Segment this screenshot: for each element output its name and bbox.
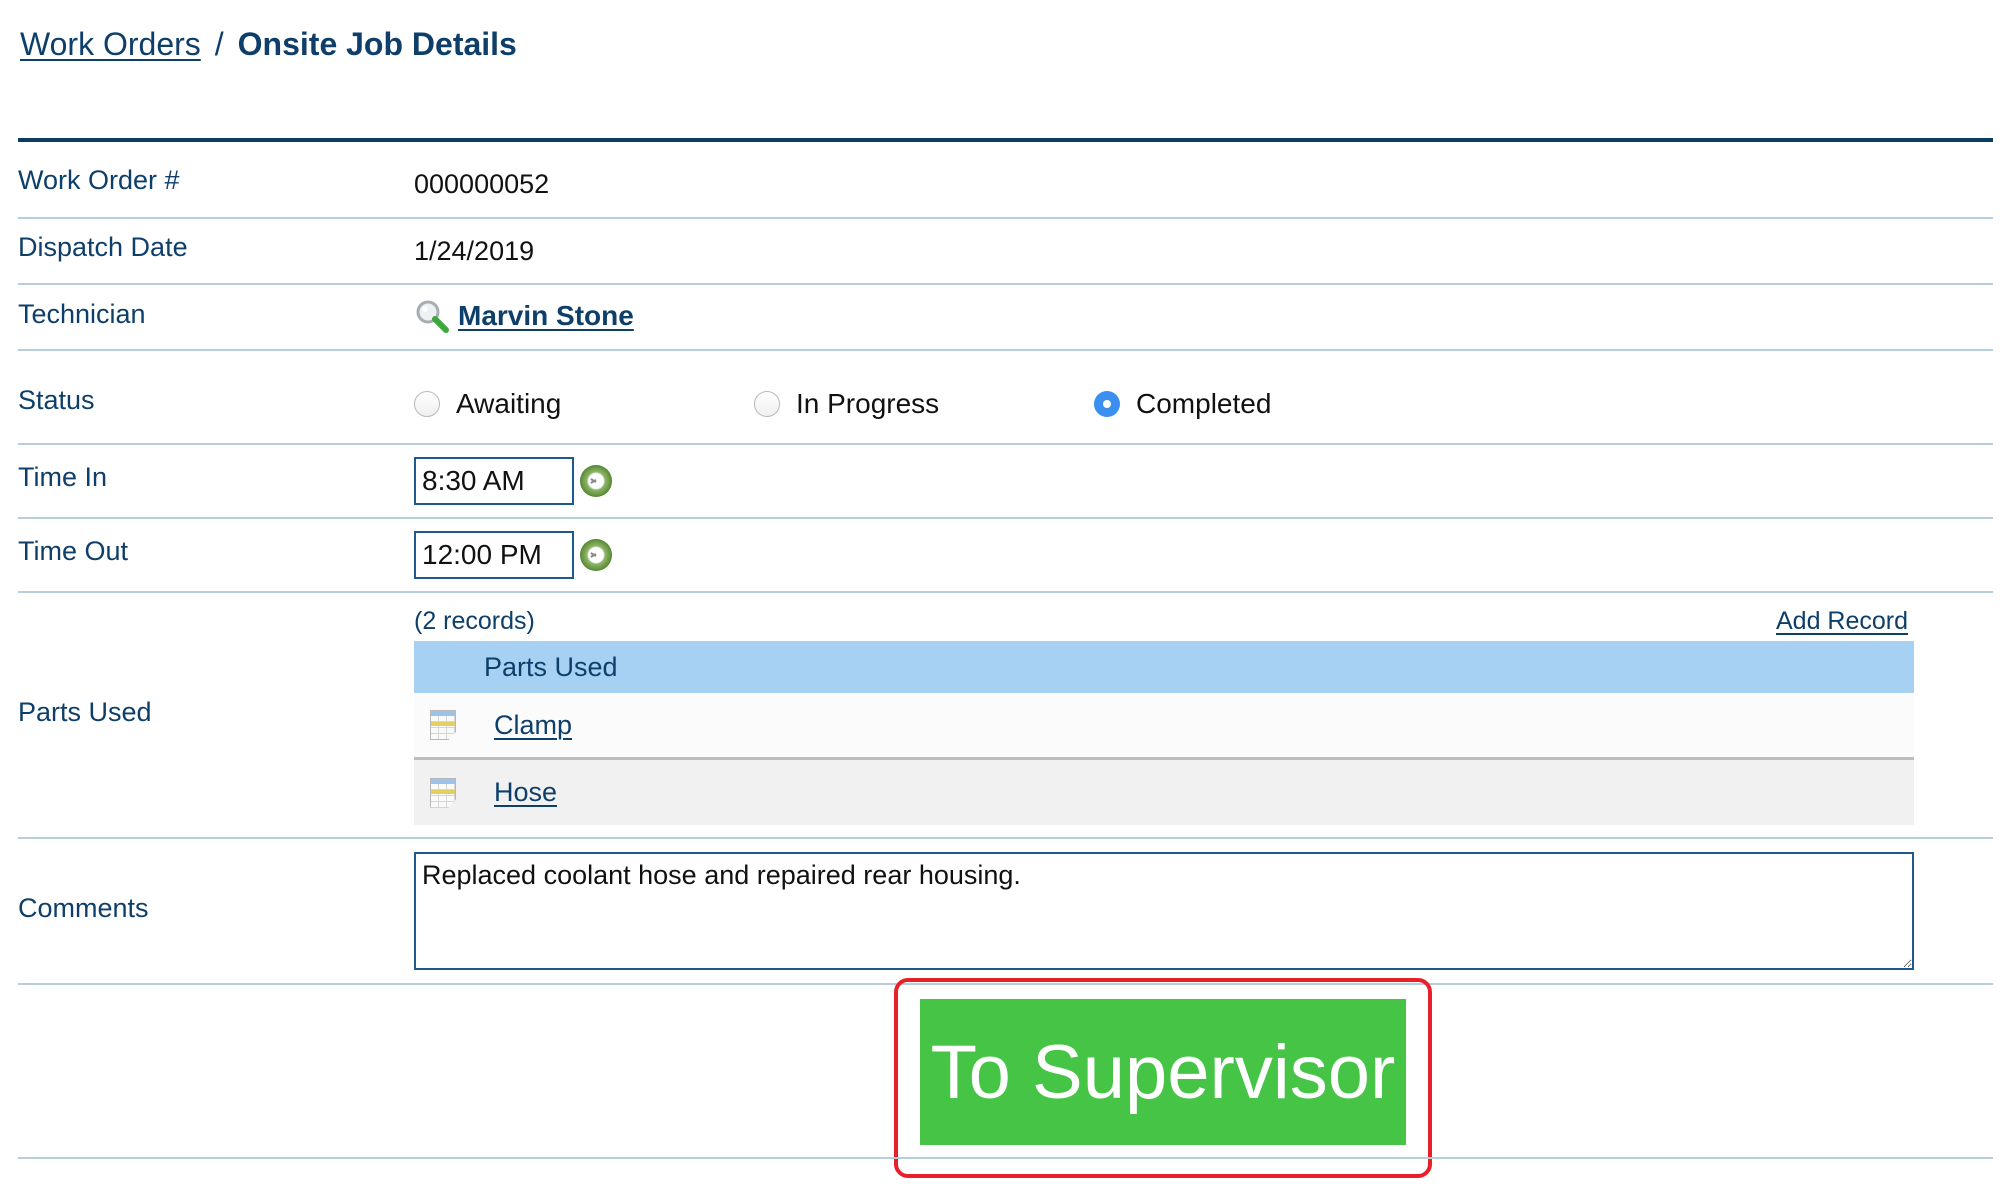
page-title: Onsite Job Details bbox=[237, 26, 517, 62]
status-radio-completed[interactable]: Completed bbox=[1094, 388, 1271, 420]
radio-button[interactable] bbox=[414, 391, 440, 417]
row-divider bbox=[18, 283, 1993, 285]
comments-textarea[interactable]: Replaced coolant hose and repaired rear … bbox=[414, 852, 1914, 970]
table-header: Parts Used bbox=[414, 641, 1914, 693]
radio-label: Completed bbox=[1136, 388, 1272, 419]
dispatch-date-label: Dispatch Date bbox=[18, 232, 188, 262]
comments-label: Comments bbox=[18, 893, 149, 923]
clock-icon[interactable] bbox=[580, 465, 612, 497]
row-divider bbox=[18, 349, 1993, 351]
row-divider bbox=[18, 1157, 1993, 1159]
work-order-label: Work Order # bbox=[18, 165, 180, 195]
row-divider bbox=[18, 591, 1993, 593]
add-record-link[interactable]: Add Record bbox=[1776, 606, 1908, 636]
status-radio-awaiting[interactable]: Awaiting bbox=[414, 388, 561, 420]
radio-button-checked[interactable] bbox=[1094, 391, 1120, 417]
status-radio-in-progress[interactable]: In Progress bbox=[754, 388, 939, 420]
record-icon[interactable] bbox=[430, 777, 456, 808]
record-icon[interactable] bbox=[430, 710, 456, 740]
dispatch-date-value: 1/24/2019 bbox=[414, 236, 535, 266]
time-in-label: Time In bbox=[18, 462, 108, 492]
search-icon[interactable] bbox=[414, 298, 450, 334]
breadcrumb: Work Orders / Onsite Job Details bbox=[20, 24, 517, 64]
record-count: (2 records) bbox=[414, 607, 535, 635]
time-out-input[interactable] bbox=[414, 531, 574, 579]
row-divider bbox=[18, 837, 1993, 839]
to-supervisor-button[interactable]: To Supervisor bbox=[920, 999, 1406, 1145]
status-label: Status bbox=[18, 385, 95, 415]
radio-label: Awaiting bbox=[456, 388, 562, 419]
part-link-hose[interactable]: Hose bbox=[494, 777, 557, 808]
row-divider bbox=[18, 517, 1993, 519]
breadcrumb-work-orders-link[interactable]: Work Orders bbox=[20, 26, 201, 62]
table-row: Clamp bbox=[414, 693, 1914, 760]
radio-button[interactable] bbox=[754, 391, 780, 417]
parts-used-table: Parts Used Clamp Hose bbox=[414, 641, 1914, 825]
time-in-input[interactable] bbox=[414, 457, 574, 505]
time-out-label: Time Out bbox=[18, 536, 129, 566]
work-order-value: 000000052 bbox=[414, 169, 550, 199]
technician-label: Technician bbox=[18, 299, 146, 329]
radio-label: In Progress bbox=[796, 388, 940, 419]
column-header-parts-used[interactable]: Parts Used bbox=[484, 652, 618, 683]
row-divider bbox=[18, 443, 1993, 445]
clock-icon[interactable] bbox=[580, 539, 612, 571]
part-link-clamp[interactable]: Clamp bbox=[494, 710, 572, 741]
technician-field: Marvin Stone bbox=[414, 296, 634, 336]
table-row: Hose bbox=[414, 760, 1914, 825]
row-divider bbox=[18, 217, 1993, 219]
breadcrumb-separator: / bbox=[214, 26, 224, 62]
parts-used-label: Parts Used bbox=[18, 697, 152, 727]
technician-link[interactable]: Marvin Stone bbox=[458, 300, 634, 332]
header-divider bbox=[18, 138, 1993, 142]
